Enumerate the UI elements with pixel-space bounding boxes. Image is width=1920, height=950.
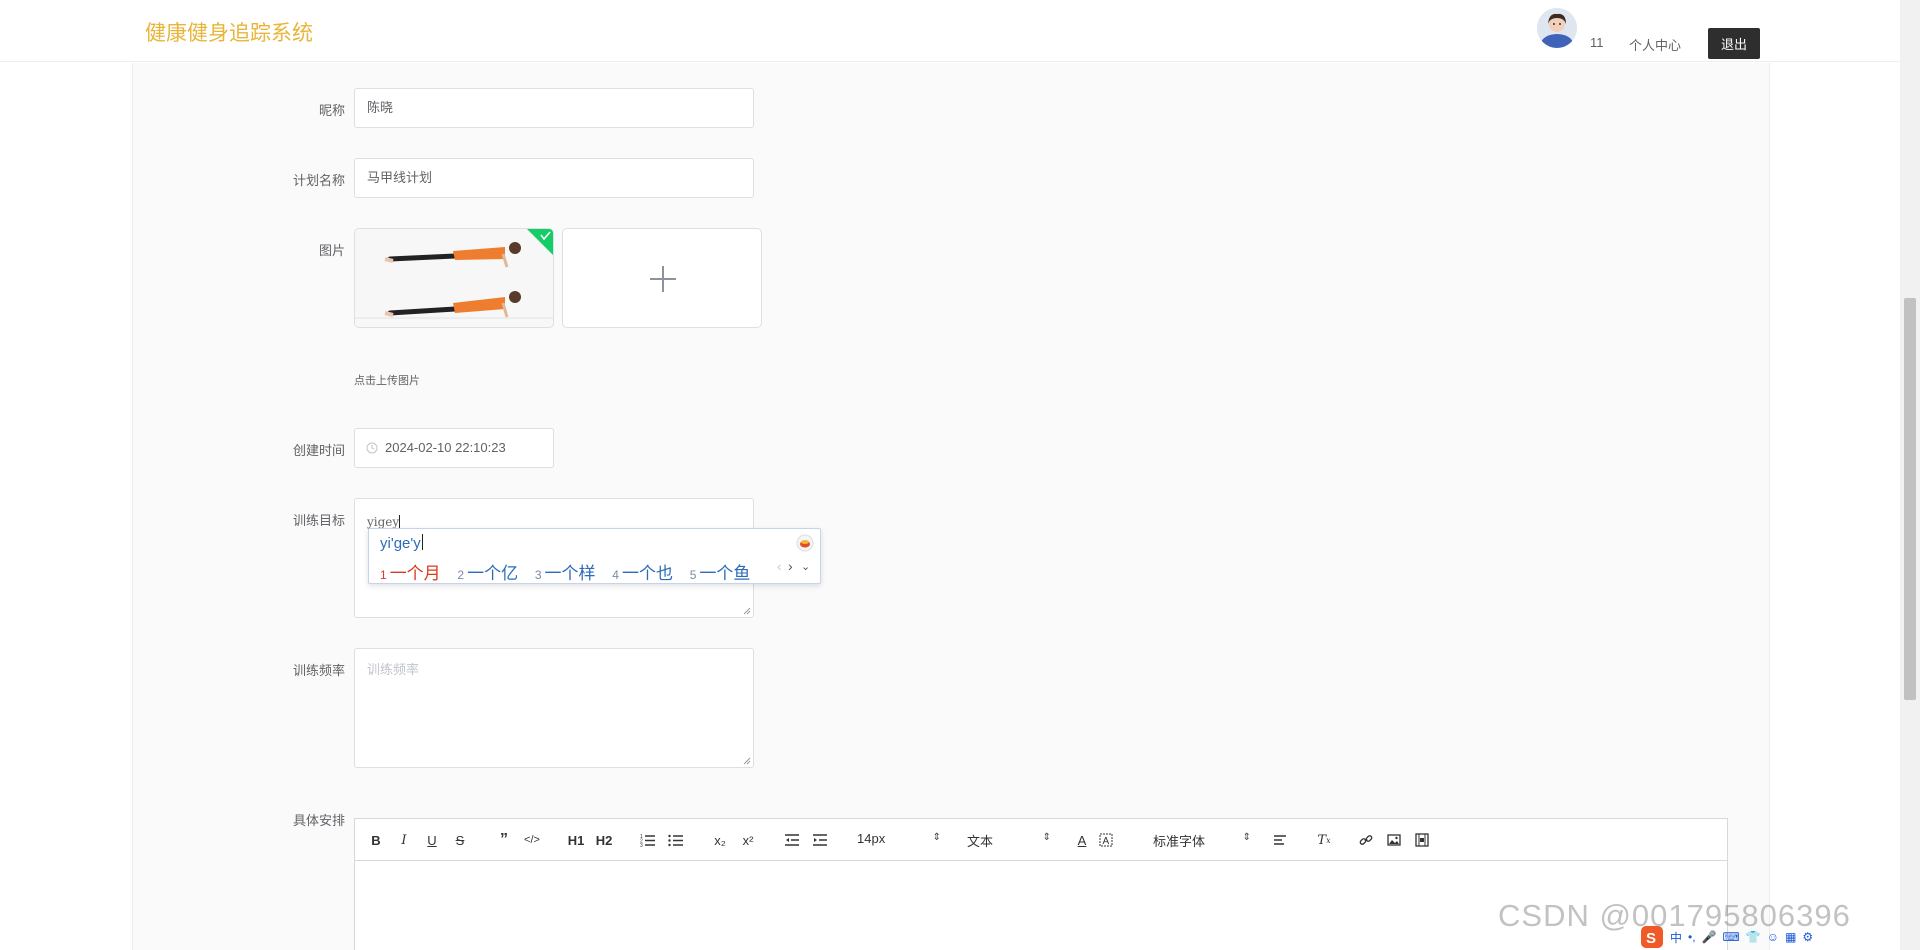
clear-format-icon[interactable]: Tx xyxy=(1313,831,1335,849)
scrollbar-thumb[interactable] xyxy=(1904,298,1916,700)
font-color-icon[interactable]: A xyxy=(1071,831,1093,849)
image-label: 图片 xyxy=(318,243,345,258)
resize-handle-icon[interactable] xyxy=(743,607,751,615)
user-avatar[interactable] xyxy=(1537,8,1577,48)
sogou-logo-icon[interactable]: S xyxy=(1640,925,1664,949)
strike-button[interactable]: S xyxy=(449,831,471,849)
underline-button[interactable]: U xyxy=(421,831,443,849)
frequency-textarea[interactable]: 训练频率 xyxy=(354,648,754,768)
created-time-value: 2024-02-10 22:10:23 xyxy=(385,440,506,455)
plan-name-label: 计划名称 xyxy=(292,173,345,188)
frequency-label: 训练频率 xyxy=(292,663,345,678)
upload-hint: 点击上传图片 xyxy=(354,375,420,387)
ime-candidate-popup: yi'ge'y 1 一个月 2 一个亿 3 一个样 4 一个也 5 一个鱼 ‹ › ⌄ xyxy=(368,528,821,584)
ordered-list-icon[interactable]: 123 xyxy=(637,831,659,849)
ime-candidate-1[interactable]: 1 一个月 xyxy=(380,559,441,584)
font-family-select[interactable]: 标准字体 ⇕ xyxy=(1153,831,1251,849)
settings-icon[interactable]: ⚙ xyxy=(1802,930,1813,944)
bullet-list-icon[interactable] xyxy=(665,831,687,849)
ime-candidate-5[interactable]: 5 一个鱼 xyxy=(690,559,751,584)
ime-composition: yi'ge'y xyxy=(380,535,421,552)
nickname-label: 昵称 xyxy=(318,103,345,118)
video-icon[interactable] xyxy=(1411,831,1433,849)
font-size-select[interactable]: 14px ⇕ xyxy=(857,831,941,849)
bold-button[interactable]: B xyxy=(365,831,387,849)
created-time-label: 创建时间 xyxy=(292,443,345,458)
nickname-input[interactable]: 陈晓 xyxy=(354,88,754,128)
chinese-mode-icon[interactable]: 中 xyxy=(1670,929,1682,946)
ime-expand-icon[interactable]: ⌄ xyxy=(801,560,810,573)
page-scrollbar[interactable] xyxy=(1900,0,1920,950)
add-image-button[interactable] xyxy=(562,228,762,328)
ime-prev-icon[interactable]: ‹ xyxy=(777,558,782,574)
goal-label: 训练目标 xyxy=(292,513,345,528)
editor-toolbar: B I U S ” </> H1 H2 123 x₂ x² 14px ⇕ 文本 ⇕ … xyxy=(355,819,1727,861)
align-icon[interactable] xyxy=(1269,831,1291,849)
punctuation-icon[interactable]: •, xyxy=(1688,930,1696,944)
ime-next-icon[interactable]: › xyxy=(788,558,793,574)
username-label: 11 xyxy=(1590,35,1604,50)
svg-text:A: A xyxy=(1103,836,1110,847)
profile-link[interactable]: 个人中心 xyxy=(1629,35,1681,54)
logout-button[interactable]: 退出 xyxy=(1708,28,1760,59)
resize-handle-icon[interactable] xyxy=(743,757,751,765)
ime-skin-icon[interactable] xyxy=(796,534,814,552)
link-icon[interactable] xyxy=(1355,831,1377,849)
indent-icon[interactable] xyxy=(809,831,831,849)
italic-button[interactable]: I xyxy=(393,831,415,849)
robot-icon[interactable]: ☺ xyxy=(1767,930,1779,944)
text-type-select[interactable]: 文本 ⇕ xyxy=(967,831,1051,849)
created-time-picker[interactable]: 2024-02-10 22:10:23 xyxy=(354,428,554,468)
svg-text:S: S xyxy=(1646,930,1656,947)
schedule-label: 具体安排 xyxy=(292,813,345,828)
app-title: 健康健身追踪系统 xyxy=(145,22,313,45)
skin-icon[interactable]: 👕 xyxy=(1746,930,1761,944)
code-block-button[interactable]: </> xyxy=(521,831,543,849)
top-header: 健康健身追踪系统 11 个人中心 退出 xyxy=(0,0,1900,62)
voice-icon[interactable]: 🎤 xyxy=(1702,930,1717,944)
image-icon[interactable] xyxy=(1383,831,1405,849)
plan-name-input[interactable]: 马甲线计划 xyxy=(354,158,754,198)
frequency-placeholder: 训练频率 xyxy=(367,662,420,677)
header1-button[interactable]: H1 xyxy=(565,831,587,849)
plus-icon xyxy=(650,266,676,292)
ime-candidate-4[interactable]: 4 一个也 xyxy=(612,559,673,584)
outdent-icon[interactable] xyxy=(781,831,803,849)
toolbox-icon[interactable]: ▦ xyxy=(1785,930,1796,944)
blockquote-button[interactable]: ” xyxy=(493,831,515,849)
clock-icon xyxy=(366,442,378,454)
background-color-icon[interactable]: A xyxy=(1095,831,1117,849)
goal-text: yigey xyxy=(367,515,400,529)
superscript-button[interactable]: x² xyxy=(737,831,759,849)
uploaded-image-thumbnail[interactable] xyxy=(354,228,554,328)
ime-candidate-3[interactable]: 3 一个样 xyxy=(535,559,596,584)
svg-text:3: 3 xyxy=(640,843,643,847)
ime-toolbar: S 中 •, 🎤 ⌨ 👕 ☺ ▦ ⚙ xyxy=(1640,924,1900,950)
keyboard-icon[interactable]: ⌨ xyxy=(1723,930,1740,944)
header2-button[interactable]: H2 xyxy=(593,831,615,849)
subscript-button[interactable]: x₂ xyxy=(709,831,731,849)
ime-candidate-2[interactable]: 2 一个亿 xyxy=(457,559,518,584)
